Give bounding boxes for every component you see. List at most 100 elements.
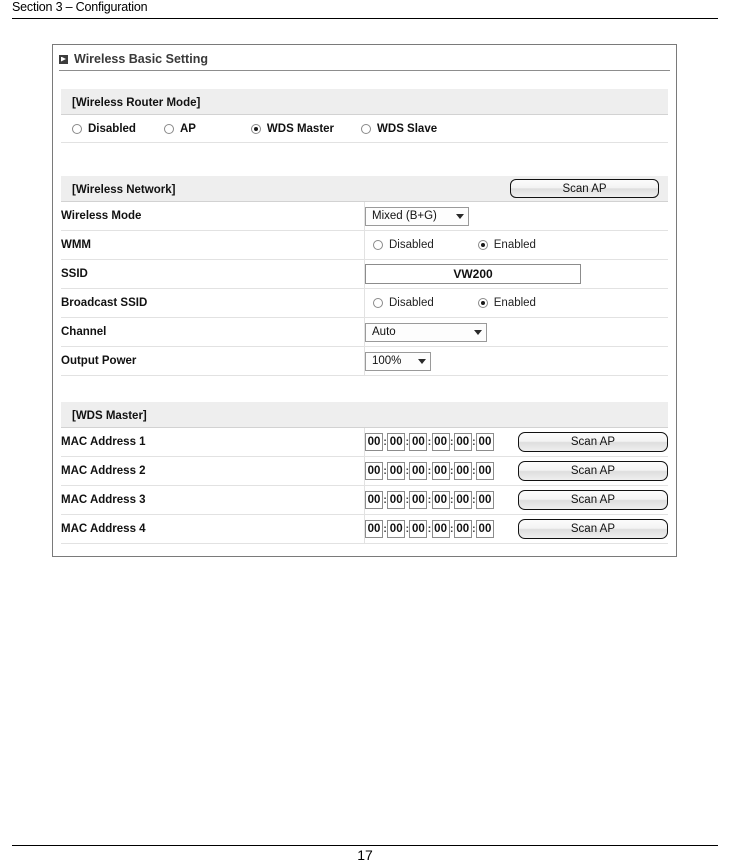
wireless-network-header-cell: [Wireless Network] Scan AP	[61, 176, 668, 202]
mac-octet-6[interactable]: 00	[475, 520, 494, 538]
scan-ap-button-mac-3[interactable]: Scan AP	[517, 490, 668, 510]
chevron-down-icon	[418, 358, 426, 364]
document-header: Section 3 – Configuration	[0, 0, 730, 22]
mac-octet-2[interactable]: 00	[387, 433, 406, 451]
document-footer-rule	[12, 845, 718, 846]
table-row: MAC Address 2 00 : 00 : 00 : 00 : 00 : 0…	[61, 456, 668, 486]
mac-address-1-field-group: 00 : 00 : 00 : 00 : 00 : 00 Scan AP	[365, 432, 668, 452]
mac-address-4-field-group: 00 : 00 : 00 : 00 : 00 : 00 Scan AP	[365, 519, 668, 539]
mac-octet-6[interactable]: 00	[475, 433, 494, 451]
radio-label-wds-master: WDS Master	[266, 122, 335, 135]
wireless-network-section-label: [Wireless Network]	[72, 183, 176, 196]
wireless-router-mode-header-cell: [Wireless Router Mode]	[61, 89, 668, 115]
value-broadcast-ssid: Disabled Enabled	[364, 288, 668, 318]
mac-octet-1[interactable]: 00	[365, 520, 384, 538]
label-mac-address-4: MAC Address 4	[61, 514, 365, 544]
label-broadcast-ssid: Broadcast SSID	[61, 288, 365, 318]
value-channel: Auto	[364, 317, 668, 347]
expander-box-icon[interactable]	[59, 54, 68, 64]
radio-option-broadcast-enabled[interactable]: Enabled	[477, 297, 536, 309]
radio-icon-wds-slave[interactable]	[361, 123, 372, 134]
mac-octet-3[interactable]: 00	[409, 433, 428, 451]
wireless-router-mode-section-label: [Wireless Router Mode]	[72, 96, 201, 109]
mac-octet-6[interactable]: 00	[475, 491, 494, 509]
row-ssid: SSID VW200	[61, 259, 668, 289]
mac-octet-2[interactable]: 00	[387, 520, 406, 538]
mac-octet-4[interactable]: 00	[431, 491, 450, 509]
mac-octet-1[interactable]: 00	[365, 462, 384, 480]
mac-octet-5[interactable]: 00	[453, 491, 472, 509]
radio-option-broadcast-disabled[interactable]: Disabled	[373, 297, 434, 309]
radio-label-disabled: Disabled	[88, 122, 136, 135]
value-ssid: VW200	[364, 259, 668, 289]
channel-select-value: Auto	[372, 326, 396, 339]
radio-option-wds-master[interactable]: WDS Master	[250, 122, 335, 135]
mac-octet-1[interactable]: 00	[365, 433, 384, 451]
radio-label-ap: AP	[179, 122, 196, 135]
radio-icon-disabled[interactable]	[72, 123, 82, 134]
wds-master-table: [WDS Master] MAC Address 1 00 : 00 : 00 …	[61, 402, 668, 544]
radio-icon-broadcast-disabled[interactable]	[373, 298, 383, 308]
document-header-text: Section 3 – Configuration	[12, 0, 148, 14]
wireless-router-mode-section-header: [Wireless Router Mode]	[61, 89, 668, 115]
output-power-select[interactable]: 100%	[365, 351, 431, 371]
mac-octet-3[interactable]: 00	[409, 520, 428, 538]
label-mac-address-1: MAC Address 1	[61, 427, 365, 457]
document-header-rule	[12, 18, 718, 19]
wireless-network-table: [Wireless Network] Scan AP Wireless Mode…	[61, 176, 668, 376]
wireless-mode-select[interactable]: Mixed (B+G)	[365, 206, 469, 226]
radio-option-wds-slave[interactable]: WDS Slave	[361, 123, 437, 135]
radio-icon-ap[interactable]	[163, 123, 174, 134]
ssid-input[interactable]: VW200	[365, 264, 581, 284]
chevron-down-icon	[456, 213, 464, 219]
radio-option-wmm-enabled[interactable]: Enabled	[477, 239, 536, 251]
wireless-basic-setting-panel: Wireless Basic Setting [Wireless Router …	[52, 44, 677, 557]
label-wireless-mode: Wireless Mode	[61, 201, 365, 231]
row-channel: Channel Auto	[61, 317, 668, 347]
wds-master-section-label: [WDS Master]	[72, 409, 147, 422]
radio-option-ap[interactable]: AP	[163, 122, 196, 135]
scan-ap-wrap-3: Scan AP	[494, 490, 668, 510]
radio-label-wmm-enabled: Enabled	[493, 239, 536, 251]
mac-octet-3[interactable]: 00	[409, 491, 428, 509]
row-broadcast-ssid: Broadcast SSID Disabled Enabled	[61, 288, 668, 318]
radio-option-disabled[interactable]: Disabled	[72, 123, 136, 135]
mac-octet-5[interactable]: 00	[453, 462, 472, 480]
radio-label-broadcast-disabled: Disabled	[389, 297, 434, 309]
mac-octet-5[interactable]: 00	[453, 520, 472, 538]
radio-icon-wmm-disabled[interactable]	[373, 240, 383, 250]
mac-octet-3[interactable]: 00	[409, 462, 428, 480]
channel-select[interactable]: Auto	[365, 322, 487, 342]
row-output-power: Output Power 100%	[61, 346, 668, 376]
mac-octet-4[interactable]: 00	[431, 462, 450, 480]
mac-octet-4[interactable]: 00	[431, 433, 450, 451]
label-wmm: WMM	[61, 230, 365, 260]
mac-octet-2[interactable]: 00	[387, 462, 406, 480]
scan-ap-button-mac-1[interactable]: Scan AP	[517, 432, 668, 452]
value-mac-address-3: 00 : 00 : 00 : 00 : 00 : 00 Scan AP	[364, 485, 668, 515]
panel-title-divider	[59, 70, 670, 71]
value-mac-address-1: 00 : 00 : 00 : 00 : 00 : 00 Scan AP	[364, 427, 668, 457]
radio-icon-wmm-enabled[interactable]	[477, 240, 488, 250]
wireless-mode-select-value: Mixed (B+G)	[372, 210, 437, 223]
radio-icon-broadcast-enabled[interactable]	[477, 298, 488, 308]
radio-option-wmm-disabled[interactable]: Disabled	[373, 239, 434, 251]
output-power-select-value: 100%	[372, 355, 402, 368]
scan-ap-button-network[interactable]: Scan AP	[510, 179, 659, 198]
radio-label-broadcast-enabled: Enabled	[493, 297, 536, 309]
wmm-radio-group: Disabled Enabled	[365, 239, 668, 251]
mac-octet-1[interactable]: 00	[365, 491, 384, 509]
panel-title-label: Wireless Basic Setting	[74, 52, 208, 66]
mac-octet-4[interactable]: 00	[431, 520, 450, 538]
scan-ap-button-mac-2[interactable]: Scan AP	[517, 461, 668, 481]
radio-icon-wds-master[interactable]	[250, 123, 261, 134]
radio-label-wds-slave: WDS Slave	[377, 122, 438, 135]
broadcast-ssid-radio-group: Disabled Enabled	[365, 297, 668, 309]
scan-ap-button-mac-4[interactable]: Scan AP	[517, 519, 668, 539]
label-channel: Channel	[61, 317, 365, 347]
mac-octet-2[interactable]: 00	[387, 491, 406, 509]
row-wmm: WMM Disabled Enabled	[61, 230, 668, 260]
wds-master-section-header: [WDS Master]	[61, 402, 668, 428]
mac-octet-5[interactable]: 00	[453, 433, 472, 451]
mac-octet-6[interactable]: 00	[475, 462, 494, 480]
